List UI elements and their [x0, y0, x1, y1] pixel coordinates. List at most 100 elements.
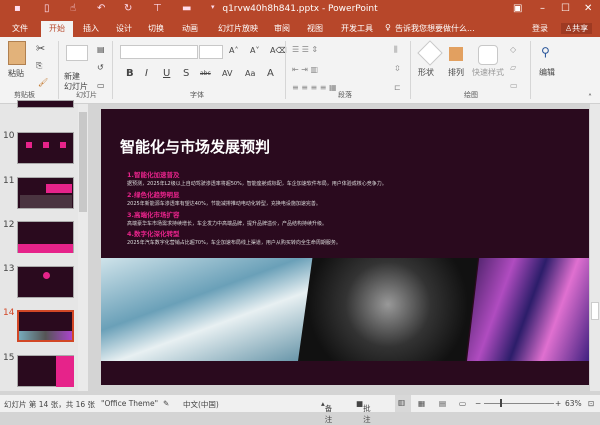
- grow-font-icon[interactable]: A˄: [229, 46, 238, 55]
- slideshow-icon[interactable]: ▭: [459, 399, 466, 408]
- reset-icon[interactable]: ↺: [97, 63, 104, 72]
- layout-icon[interactable]: ▤: [97, 45, 105, 54]
- arrange-icon[interactable]: [449, 47, 463, 61]
- point-body: 高端豪华车市场需求持续增长，车企发力中高端品牌，提升品牌溢价，产品结构持续升级。: [127, 221, 328, 227]
- fit-slide-icon[interactable]: ⊡: [588, 399, 594, 408]
- comments-button[interactable]: ■ 批注: [356, 399, 371, 424]
- zoom-out-button[interactable]: −: [475, 399, 481, 408]
- smartart-icon[interactable]: ⊏: [394, 83, 401, 92]
- shapes-button[interactable]: 形状: [418, 67, 434, 78]
- reading-view-icon[interactable]: ▤: [439, 399, 446, 408]
- arrange-button[interactable]: 排列: [448, 67, 464, 78]
- share-button[interactable]: ♙共享: [561, 23, 593, 34]
- thumbnail-pane: 10 11 12 13 14 15: [0, 100, 88, 391]
- change-case-button[interactable]: Aa: [245, 69, 255, 78]
- find-icon[interactable]: ⚲: [541, 45, 550, 59]
- slide-thumbnail-selected[interactable]: [17, 310, 74, 342]
- point-body: 据预测，2025年L2级以上自动驾驶渗透率将超50%，智能座舱成标配，车企加速软…: [127, 181, 387, 187]
- slide-scrollbar[interactable]: [590, 104, 600, 391]
- tell-me-input[interactable]: 告诉我您想要做什么...: [395, 23, 475, 34]
- group-drawing: 绘图: [464, 91, 478, 99]
- shape-outline-icon[interactable]: ▱: [510, 63, 516, 72]
- font-name-select[interactable]: [120, 45, 198, 59]
- slide-thumbnail[interactable]: [17, 132, 74, 164]
- normal-view-icon[interactable]: ▥: [395, 395, 411, 412]
- tab-design[interactable]: 设计: [116, 23, 132, 34]
- login-link[interactable]: 登录: [532, 23, 548, 34]
- bullets-icon[interactable]: ☰ ☰ ⇕: [292, 45, 318, 54]
- slide-thumbnail[interactable]: [17, 266, 74, 298]
- minimize-icon[interactable]: –: [540, 3, 545, 14]
- ribbon-tabs: 文件 开始 插入 设计 切换 动画 幻灯片放映 审阅 视图 开发工具 ♀ 告诉我…: [0, 19, 600, 37]
- point-heading: 4.数字化深化转型: [127, 230, 180, 238]
- paste-icon[interactable]: [8, 41, 26, 65]
- tab-review[interactable]: 审阅: [274, 23, 290, 34]
- shrink-font-icon[interactable]: A˅: [250, 46, 259, 55]
- copy-icon[interactable]: ⎘: [36, 61, 42, 71]
- strikethrough-button[interactable]: abc: [200, 70, 211, 77]
- tab-slideshow[interactable]: 幻灯片放映: [218, 23, 258, 34]
- language[interactable]: 中文(中国): [183, 399, 219, 410]
- font-size-select[interactable]: [199, 45, 223, 59]
- bold-button[interactable]: B: [126, 68, 134, 79]
- thumbnail-scrollbar[interactable]: [78, 104, 88, 391]
- editing-button[interactable]: 编辑: [539, 67, 555, 78]
- quick-styles-button[interactable]: 快速样式: [472, 67, 504, 78]
- tab-animations[interactable]: 动画: [182, 23, 198, 34]
- close-icon[interactable]: ✕: [584, 3, 592, 14]
- tab-home[interactable]: 开始: [41, 21, 73, 37]
- text-direction-icon[interactable]: ⫼: [394, 45, 398, 55]
- slide-thumbnail[interactable]: [17, 355, 74, 387]
- zoom-in-button[interactable]: +: [555, 399, 561, 408]
- font-color-button[interactable]: A: [267, 68, 274, 79]
- slide-title[interactable]: 智能化与市场发展预判: [120, 136, 270, 157]
- maximize-icon[interactable]: ☐: [561, 3, 570, 14]
- spellcheck-icon[interactable]: ✎: [163, 399, 169, 408]
- align-icon[interactable]: ≡ ≡ ≡ ≡ ▦: [292, 83, 337, 92]
- slide-counter: 幻灯片 第 14 张，共 16 张: [4, 400, 96, 409]
- italic-button[interactable]: I: [145, 68, 148, 79]
- thumbnail-number: 14: [3, 308, 15, 318]
- tab-developer[interactable]: 开发工具: [341, 23, 373, 34]
- slide-thumbnail[interactable]: [17, 100, 74, 108]
- new-slide-button[interactable]: 新建 幻灯片: [64, 72, 88, 92]
- char-spacing-button[interactable]: AV: [222, 69, 232, 78]
- comments-label: 批注: [363, 404, 371, 424]
- underline-button[interactable]: U: [163, 68, 170, 79]
- quick-styles-icon[interactable]: [478, 45, 498, 65]
- shapes-icon[interactable]: [417, 40, 443, 66]
- slide-thumbnail[interactable]: [17, 221, 74, 253]
- thumbnail-number: 10: [3, 131, 15, 141]
- align-text-icon[interactable]: ⇳: [394, 64, 401, 73]
- point-heading: 2.绿色化趋势明显: [127, 191, 180, 199]
- slide-thumbnail[interactable]: [17, 177, 74, 209]
- group-paragraph: 段落: [338, 91, 352, 99]
- tab-file[interactable]: 文件: [12, 23, 28, 34]
- tab-view[interactable]: 视图: [307, 23, 323, 34]
- collapse-ribbon-icon[interactable]: ˄: [588, 93, 592, 102]
- title-bar: ▪ ▯ ☝ ↶ ↻ ⊤ ▬ ▾ q1rvw40h8h841.pptx - Pow…: [0, 0, 600, 19]
- zoom-level[interactable]: 63%: [565, 399, 582, 408]
- shape-effects-icon[interactable]: ▭: [510, 81, 518, 90]
- section-icon[interactable]: ▭: [97, 81, 105, 90]
- zoom-slider[interactable]: [484, 403, 554, 404]
- new-slide-icon[interactable]: [66, 45, 88, 61]
- ribbon-display-icon[interactable]: ▣: [513, 3, 522, 14]
- group-slides: 幻灯片: [76, 91, 97, 99]
- tab-transitions[interactable]: 切换: [148, 23, 164, 34]
- tab-insert[interactable]: 插入: [83, 23, 99, 34]
- notes-button[interactable]: ▴ 备注: [321, 399, 332, 424]
- point-body: 2025年新能源车渗透率有望达40%，节能减排推动电动化转型，充换电设施加速完善…: [127, 201, 321, 207]
- shadow-button[interactable]: S: [183, 68, 189, 79]
- indent-icon[interactable]: ⇤ ⇥ ▥: [292, 65, 318, 74]
- format-painter-icon[interactable]: 🖌: [38, 78, 48, 87]
- zoom-slider-thumb[interactable]: [500, 399, 502, 407]
- slide-canvas[interactable]: 智能化与市场发展预判 1.智能化加速普及 据预测，2025年L2级以上自动驾驶渗…: [101, 109, 589, 385]
- point-heading: 1.智能化加速普及: [127, 171, 180, 179]
- cut-icon[interactable]: ✂: [36, 42, 45, 55]
- slide-sorter-icon[interactable]: ▦: [418, 399, 425, 408]
- theme-name: "Office Theme": [101, 399, 159, 408]
- paste-button[interactable]: 粘贴: [8, 68, 24, 79]
- shape-fill-icon[interactable]: ◇: [510, 45, 516, 54]
- light-trails-image: [467, 258, 589, 361]
